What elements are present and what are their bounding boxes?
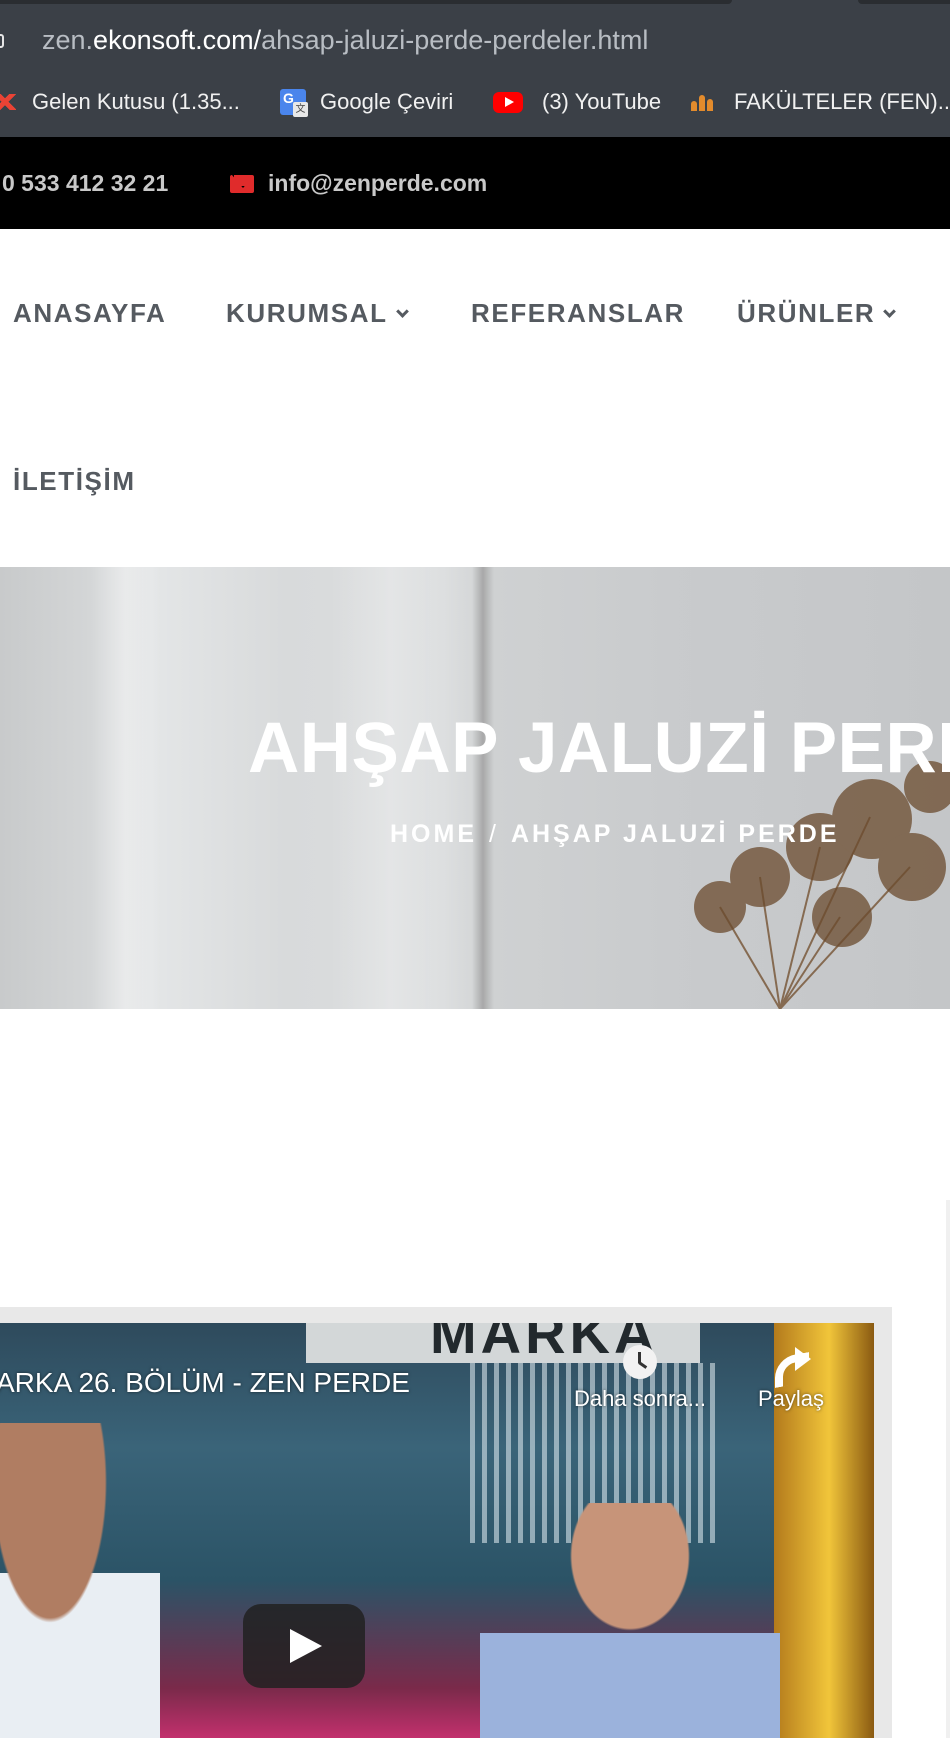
- video-person-right: [480, 1503, 780, 1738]
- share-button[interactable]: Paylaş: [716, 1345, 866, 1413]
- nav-item-iletisim[interactable]: İLETİŞİM: [13, 465, 136, 497]
- youtube-video-player[interactable]: MARKA ARKA 26. BÖLÜM - ZEN PERDE Daha so…: [0, 1323, 874, 1738]
- watch-later-label: Daha sonra...: [573, 1386, 707, 1411]
- main-nav: ANASAYFA KURUMSAL REFERANSLAR ÜRÜNLER İL…: [0, 229, 950, 567]
- play-icon[interactable]: [243, 1604, 365, 1688]
- email-link[interactable]: info@zenperde.com: [268, 166, 487, 200]
- nav-item-referanslar[interactable]: REFERANSLAR: [471, 297, 685, 329]
- bookmark-label: Gelen Kutusu (1.35...: [32, 89, 240, 114]
- url-prefix: zen.: [42, 25, 94, 55]
- watch-later-button[interactable]: Daha sonra...: [565, 1345, 715, 1413]
- bookmark-label: (3) YouTube: [542, 89, 662, 114]
- phone-link[interactable]: 0 533 412 32 21: [2, 166, 168, 200]
- dried-flower-decoration: [694, 761, 950, 1009]
- curtain-fold: [92, 567, 160, 1009]
- breadcrumb-current: AHŞAP JALUZİ PERDE: [510, 820, 840, 848]
- nav-label: İLETİŞİM: [13, 466, 136, 496]
- nav-item-kurumsal[interactable]: KURUMSAL: [226, 297, 409, 329]
- envelope-icon: [230, 175, 254, 193]
- video-person-left: [0, 1423, 160, 1738]
- bookmark-gmail[interactable]: Gelen Kutusu (1.35...: [0, 82, 240, 122]
- scrollbar-track[interactable]: [946, 1200, 950, 1738]
- browser-tab[interactable]: [858, 0, 950, 4]
- bookmark-faculty[interactable]: FAKÜLTELER (FEN)...: [688, 82, 950, 122]
- bookmarks-bar: Gelen Kutusu (1.35... Google Çeviri (3) …: [0, 82, 950, 122]
- chevron-down-icon: [395, 304, 409, 318]
- chevron-down-icon: [883, 304, 897, 318]
- bookmark-google-translate[interactable]: Google Çeviri: [280, 82, 453, 122]
- contact-bar: 0 533 412 32 21 info@zenperde.com: [0, 137, 950, 229]
- youtube-icon: [492, 91, 524, 113]
- breadcrumb: HOME / AHŞAP JALUZİ PERDE: [390, 817, 840, 851]
- video-title[interactable]: ARKA 26. BÖLÜM - ZEN PERDE: [0, 1365, 410, 1401]
- share-icon: [771, 1345, 811, 1379]
- breadcrumb-home[interactable]: HOME: [390, 820, 477, 848]
- browser-chrome: zen.ekonsoft.com/ahsap-jaluzi-perde-perd…: [0, 0, 950, 137]
- breadcrumb-separator: /: [489, 820, 499, 848]
- share-label: Paylaş: [757, 1386, 825, 1411]
- page-hero: AHŞAP JALUZİ PERDE HOME / AHŞAP JALUZİ PER…: [0, 567, 950, 1009]
- google-translate-icon: [280, 89, 308, 117]
- bookmark-youtube[interactable]: (3) YouTube: [492, 82, 661, 122]
- clock-icon: [623, 1345, 657, 1379]
- nav-item-anasayfa[interactable]: ANASAYFA: [13, 297, 166, 329]
- nav-label: KURUMSAL: [226, 298, 388, 328]
- nav-label: ÜRÜNLER: [737, 298, 876, 328]
- url-domain: ekonsoft.com/: [93, 25, 262, 55]
- bookmark-label: Google Çeviri: [320, 89, 454, 114]
- gmail-icon: [0, 91, 18, 113]
- nav-label: ANASAYFA: [13, 298, 167, 328]
- nav-item-urunler[interactable]: ÜRÜNLER: [737, 297, 897, 329]
- lock-icon: [0, 34, 4, 48]
- page-title: AHŞAP JALUZİ PERDE: [248, 709, 950, 788]
- nav-label: REFERANSLAR: [471, 298, 686, 328]
- address-bar[interactable]: zen.ekonsoft.com/ahsap-jaluzi-perde-perd…: [42, 22, 648, 58]
- bookmark-label: FAKÜLTELER (FEN)...: [734, 89, 950, 114]
- url-path: ahsap-jaluzi-perde-perdeler.html: [261, 25, 649, 55]
- faculty-icon: [688, 91, 720, 113]
- browser-tab[interactable]: [0, 0, 732, 4]
